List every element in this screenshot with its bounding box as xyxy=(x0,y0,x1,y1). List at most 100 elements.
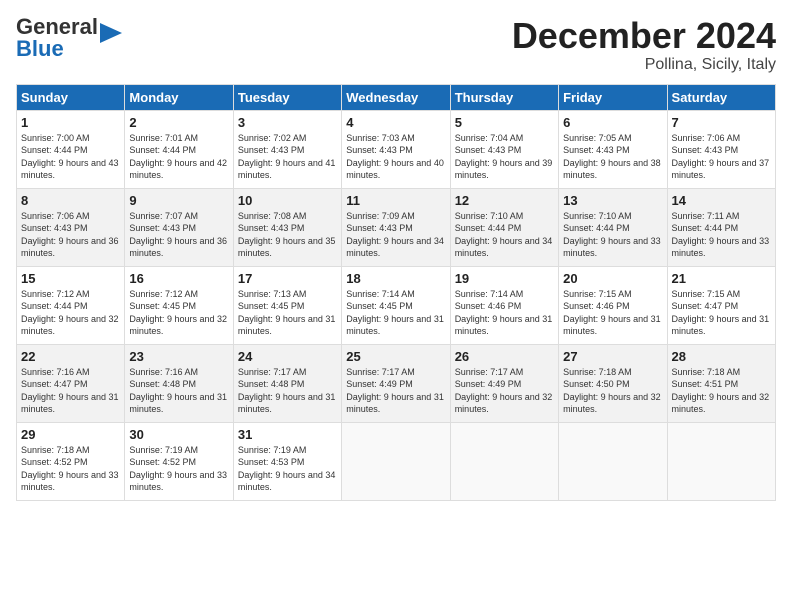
day-number: 6 xyxy=(563,115,662,130)
day-number: 24 xyxy=(238,349,337,364)
table-cell: 5 Sunrise: 7:04 AMSunset: 4:43 PMDayligh… xyxy=(450,110,558,188)
logo-blue: Blue xyxy=(16,36,64,61)
table-cell: 10 Sunrise: 7:08 AMSunset: 4:43 PMDaylig… xyxy=(233,188,341,266)
table-cell: 31 Sunrise: 7:19 AMSunset: 4:53 PMDaylig… xyxy=(233,422,341,500)
calendar-title: December 2024 xyxy=(512,16,776,56)
cell-info: Sunrise: 7:17 AMSunset: 4:49 PMDaylight:… xyxy=(455,367,553,415)
day-number: 11 xyxy=(346,193,445,208)
table-cell: 27 Sunrise: 7:18 AMSunset: 4:50 PMDaylig… xyxy=(559,344,667,422)
cell-info: Sunrise: 7:06 AMSunset: 4:43 PMDaylight:… xyxy=(21,211,119,259)
day-number: 19 xyxy=(455,271,554,286)
cell-info: Sunrise: 7:01 AMSunset: 4:44 PMDaylight:… xyxy=(129,133,227,181)
table-cell: 12 Sunrise: 7:10 AMSunset: 4:44 PMDaylig… xyxy=(450,188,558,266)
cell-info: Sunrise: 7:16 AMSunset: 4:47 PMDaylight:… xyxy=(21,367,119,415)
table-cell: 9 Sunrise: 7:07 AMSunset: 4:43 PMDayligh… xyxy=(125,188,233,266)
table-cell: 4 Sunrise: 7:03 AMSunset: 4:43 PMDayligh… xyxy=(342,110,450,188)
table-row: 22 Sunrise: 7:16 AMSunset: 4:47 PMDaylig… xyxy=(17,344,776,422)
table-cell xyxy=(667,422,775,500)
table-cell: 6 Sunrise: 7:05 AMSunset: 4:43 PMDayligh… xyxy=(559,110,667,188)
day-number: 25 xyxy=(346,349,445,364)
table-cell: 15 Sunrise: 7:12 AMSunset: 4:44 PMDaylig… xyxy=(17,266,125,344)
col-wednesday: Wednesday xyxy=(342,84,450,110)
day-number: 21 xyxy=(672,271,771,286)
col-tuesday: Tuesday xyxy=(233,84,341,110)
cell-info: Sunrise: 7:18 AMSunset: 4:51 PMDaylight:… xyxy=(672,367,770,415)
day-number: 2 xyxy=(129,115,228,130)
cell-info: Sunrise: 7:14 AMSunset: 4:46 PMDaylight:… xyxy=(455,289,553,337)
table-cell xyxy=(450,422,558,500)
table-cell: 22 Sunrise: 7:16 AMSunset: 4:47 PMDaylig… xyxy=(17,344,125,422)
cell-info: Sunrise: 7:15 AMSunset: 4:46 PMDaylight:… xyxy=(563,289,661,337)
cell-info: Sunrise: 7:10 AMSunset: 4:44 PMDaylight:… xyxy=(563,211,661,259)
day-number: 26 xyxy=(455,349,554,364)
day-number: 8 xyxy=(21,193,120,208)
cell-info: Sunrise: 7:08 AMSunset: 4:43 PMDaylight:… xyxy=(238,211,336,259)
cell-info: Sunrise: 7:17 AMSunset: 4:49 PMDaylight:… xyxy=(346,367,444,415)
day-number: 5 xyxy=(455,115,554,130)
table-row: 29 Sunrise: 7:18 AMSunset: 4:52 PMDaylig… xyxy=(17,422,776,500)
table-row: 8 Sunrise: 7:06 AMSunset: 4:43 PMDayligh… xyxy=(17,188,776,266)
cell-info: Sunrise: 7:12 AMSunset: 4:44 PMDaylight:… xyxy=(21,289,119,337)
day-number: 29 xyxy=(21,427,120,442)
table-cell: 18 Sunrise: 7:14 AMSunset: 4:45 PMDaylig… xyxy=(342,266,450,344)
table-cell: 24 Sunrise: 7:17 AMSunset: 4:48 PMDaylig… xyxy=(233,344,341,422)
table-cell: 16 Sunrise: 7:12 AMSunset: 4:45 PMDaylig… xyxy=(125,266,233,344)
day-number: 16 xyxy=(129,271,228,286)
day-number: 27 xyxy=(563,349,662,364)
table-cell: 29 Sunrise: 7:18 AMSunset: 4:52 PMDaylig… xyxy=(17,422,125,500)
header: General Blue December 2024 Pollina, Sici… xyxy=(16,16,776,74)
cell-info: Sunrise: 7:04 AMSunset: 4:43 PMDaylight:… xyxy=(455,133,553,181)
cell-info: Sunrise: 7:16 AMSunset: 4:48 PMDaylight:… xyxy=(129,367,227,415)
table-cell xyxy=(559,422,667,500)
cell-info: Sunrise: 7:15 AMSunset: 4:47 PMDaylight:… xyxy=(672,289,770,337)
day-number: 14 xyxy=(672,193,771,208)
day-number: 30 xyxy=(129,427,228,442)
calendar-subtitle: Pollina, Sicily, Italy xyxy=(512,56,776,74)
cell-info: Sunrise: 7:11 AMSunset: 4:44 PMDaylight:… xyxy=(672,211,770,259)
table-cell: 26 Sunrise: 7:17 AMSunset: 4:49 PMDaylig… xyxy=(450,344,558,422)
col-thursday: Thursday xyxy=(450,84,558,110)
calendar-header-row: Sunday Monday Tuesday Wednesday Thursday… xyxy=(17,84,776,110)
day-number: 20 xyxy=(563,271,662,286)
cell-info: Sunrise: 7:19 AMSunset: 4:52 PMDaylight:… xyxy=(129,445,227,493)
title-block: December 2024 Pollina, Sicily, Italy xyxy=(512,16,776,74)
cell-info: Sunrise: 7:06 AMSunset: 4:43 PMDaylight:… xyxy=(672,133,770,181)
cell-info: Sunrise: 7:18 AMSunset: 4:50 PMDaylight:… xyxy=(563,367,661,415)
page-container: General Blue December 2024 Pollina, Sici… xyxy=(0,0,792,509)
cell-info: Sunrise: 7:03 AMSunset: 4:43 PMDaylight:… xyxy=(346,133,444,181)
day-number: 3 xyxy=(238,115,337,130)
table-cell: 1 Sunrise: 7:00 AMSunset: 4:44 PMDayligh… xyxy=(17,110,125,188)
table-cell: 3 Sunrise: 7:02 AMSunset: 4:43 PMDayligh… xyxy=(233,110,341,188)
cell-info: Sunrise: 7:17 AMSunset: 4:48 PMDaylight:… xyxy=(238,367,336,415)
table-cell: 13 Sunrise: 7:10 AMSunset: 4:44 PMDaylig… xyxy=(559,188,667,266)
table-cell: 20 Sunrise: 7:15 AMSunset: 4:46 PMDaylig… xyxy=(559,266,667,344)
table-cell: 8 Sunrise: 7:06 AMSunset: 4:43 PMDayligh… xyxy=(17,188,125,266)
table-cell: 30 Sunrise: 7:19 AMSunset: 4:52 PMDaylig… xyxy=(125,422,233,500)
table-cell: 14 Sunrise: 7:11 AMSunset: 4:44 PMDaylig… xyxy=(667,188,775,266)
col-saturday: Saturday xyxy=(667,84,775,110)
day-number: 28 xyxy=(672,349,771,364)
col-friday: Friday xyxy=(559,84,667,110)
table-cell xyxy=(342,422,450,500)
day-number: 1 xyxy=(21,115,120,130)
day-number: 15 xyxy=(21,271,120,286)
table-cell: 19 Sunrise: 7:14 AMSunset: 4:46 PMDaylig… xyxy=(450,266,558,344)
day-number: 13 xyxy=(563,193,662,208)
calendar-table: Sunday Monday Tuesday Wednesday Thursday… xyxy=(16,84,776,501)
table-cell: 23 Sunrise: 7:16 AMSunset: 4:48 PMDaylig… xyxy=(125,344,233,422)
cell-info: Sunrise: 7:07 AMSunset: 4:43 PMDaylight:… xyxy=(129,211,227,259)
day-number: 12 xyxy=(455,193,554,208)
cell-info: Sunrise: 7:12 AMSunset: 4:45 PMDaylight:… xyxy=(129,289,227,337)
table-cell: 21 Sunrise: 7:15 AMSunset: 4:47 PMDaylig… xyxy=(667,266,775,344)
day-number: 23 xyxy=(129,349,228,364)
day-number: 17 xyxy=(238,271,337,286)
table-row: 1 Sunrise: 7:00 AMSunset: 4:44 PMDayligh… xyxy=(17,110,776,188)
day-number: 7 xyxy=(672,115,771,130)
cell-info: Sunrise: 7:05 AMSunset: 4:43 PMDaylight:… xyxy=(563,133,661,181)
day-number: 9 xyxy=(129,193,228,208)
cell-info: Sunrise: 7:09 AMSunset: 4:43 PMDaylight:… xyxy=(346,211,444,259)
col-sunday: Sunday xyxy=(17,84,125,110)
col-monday: Monday xyxy=(125,84,233,110)
logo-arrow-icon xyxy=(100,23,122,43)
table-cell: 7 Sunrise: 7:06 AMSunset: 4:43 PMDayligh… xyxy=(667,110,775,188)
